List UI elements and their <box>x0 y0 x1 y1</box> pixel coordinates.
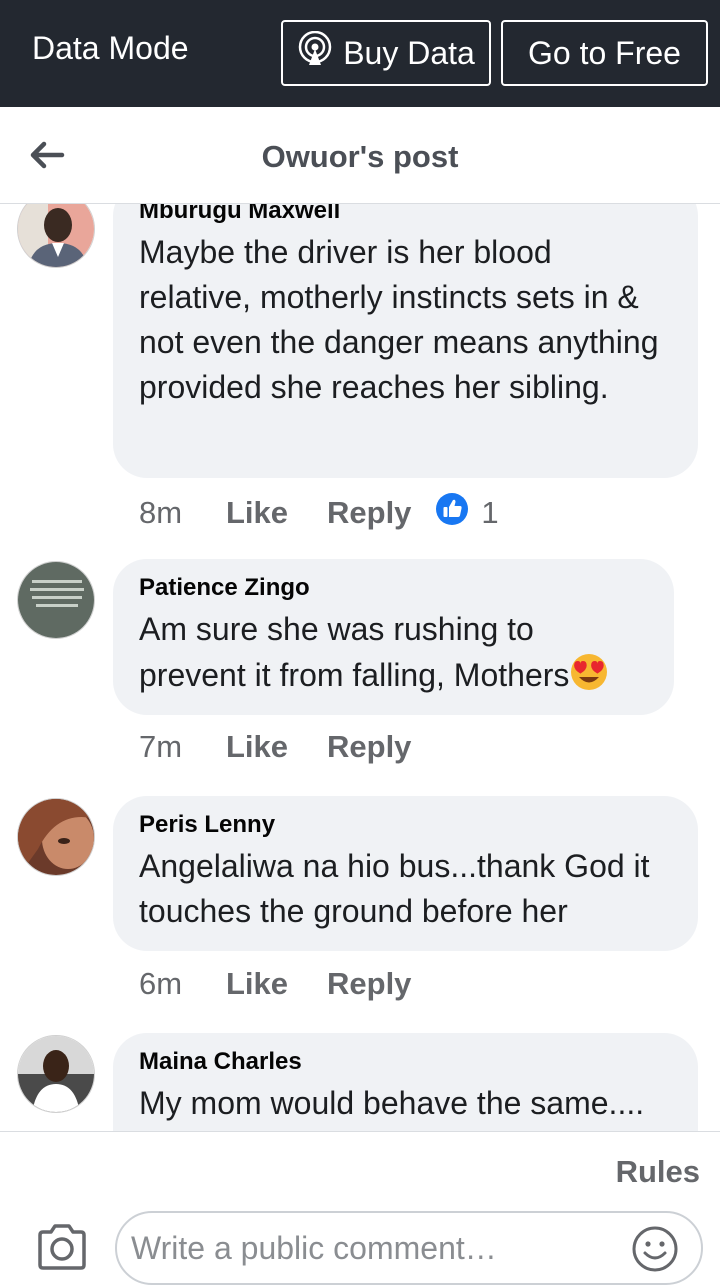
comment-bubble[interactable]: Maina Charles My mom would behave the sa… <box>113 1033 698 1132</box>
like-button[interactable]: Like <box>226 966 327 1002</box>
data-mode-label: Data Mode <box>32 30 189 66</box>
comment-author[interactable]: Patience Zingo <box>139 573 648 603</box>
comment-author[interactable]: Maina Charles <box>139 1047 672 1077</box>
smiley-icon[interactable] <box>631 1225 679 1273</box>
comment-text: My mom would behave the same.... <box>139 1085 645 1121</box>
camera-icon[interactable] <box>36 1223 88 1271</box>
comment-actions: 8m Like Reply 1 <box>139 492 499 534</box>
broadcast-icon <box>297 30 333 75</box>
reply-button[interactable]: Reply <box>327 729 411 765</box>
go-to-free-button[interactable]: Go to Free <box>501 20 708 86</box>
buy-data-button[interactable]: Buy Data <box>281 20 491 86</box>
comment-author[interactable]: Peris Lenny <box>139 810 672 840</box>
comment-actions: 7m Like Reply <box>139 729 411 765</box>
rules-link[interactable]: Rules <box>616 1154 700 1190</box>
avatar[interactable] <box>17 798 95 876</box>
comment-input-placeholder: Write a public comment… <box>131 1230 497 1266</box>
reaction-summary[interactable]: 1 <box>435 492 499 534</box>
like-button[interactable]: Like <box>226 495 327 531</box>
comment-time[interactable]: 7m <box>139 729 226 765</box>
avatar[interactable] <box>17 1035 95 1113</box>
buy-data-label: Buy Data <box>343 34 475 71</box>
thumbs-up-icon <box>435 492 469 534</box>
comment-bubble[interactable]: Peris Lenny Angelaliwa na hio bus...than… <box>113 796 698 951</box>
avatar[interactable] <box>17 561 95 639</box>
comment-bubble[interactable]: Patience Zingo Am sure she was rushing t… <box>113 559 674 715</box>
comment-composer: Rules Write a public comment… <box>0 1131 720 1287</box>
post-header: Owuor's post <box>0 107 720 204</box>
heart-eyes-emoji-icon <box>569 652 609 692</box>
comment-time[interactable]: 8m <box>139 495 226 531</box>
comment-text: Angelaliwa na hio bus...thank God it tou… <box>139 848 650 929</box>
page-title: Owuor's post <box>261 139 459 174</box>
reaction-count: 1 <box>481 495 499 530</box>
comments-list[interactable]: Mburugu Maxwell Maybe the driver is her … <box>0 204 720 1132</box>
comment-input[interactable]: Write a public comment… <box>115 1211 703 1285</box>
comment-actions: 6m Like Reply <box>139 966 411 1002</box>
reply-button[interactable]: Reply <box>327 495 411 531</box>
avatar[interactable] <box>17 204 95 268</box>
comment-author[interactable]: Mburugu Maxwell <box>139 204 672 226</box>
reply-button[interactable]: Reply <box>327 966 411 1002</box>
comment-text: Maybe the driver is her blood relative, … <box>139 234 659 405</box>
data-mode-bar: Data Mode Buy Data Go to Free <box>0 0 720 107</box>
comment-time[interactable]: 6m <box>139 966 226 1002</box>
like-button[interactable]: Like <box>226 729 327 765</box>
comment-text: Am sure she was rushing to prevent it fr… <box>139 611 570 693</box>
comment-bubble[interactable]: Mburugu Maxwell Maybe the driver is her … <box>113 204 698 478</box>
